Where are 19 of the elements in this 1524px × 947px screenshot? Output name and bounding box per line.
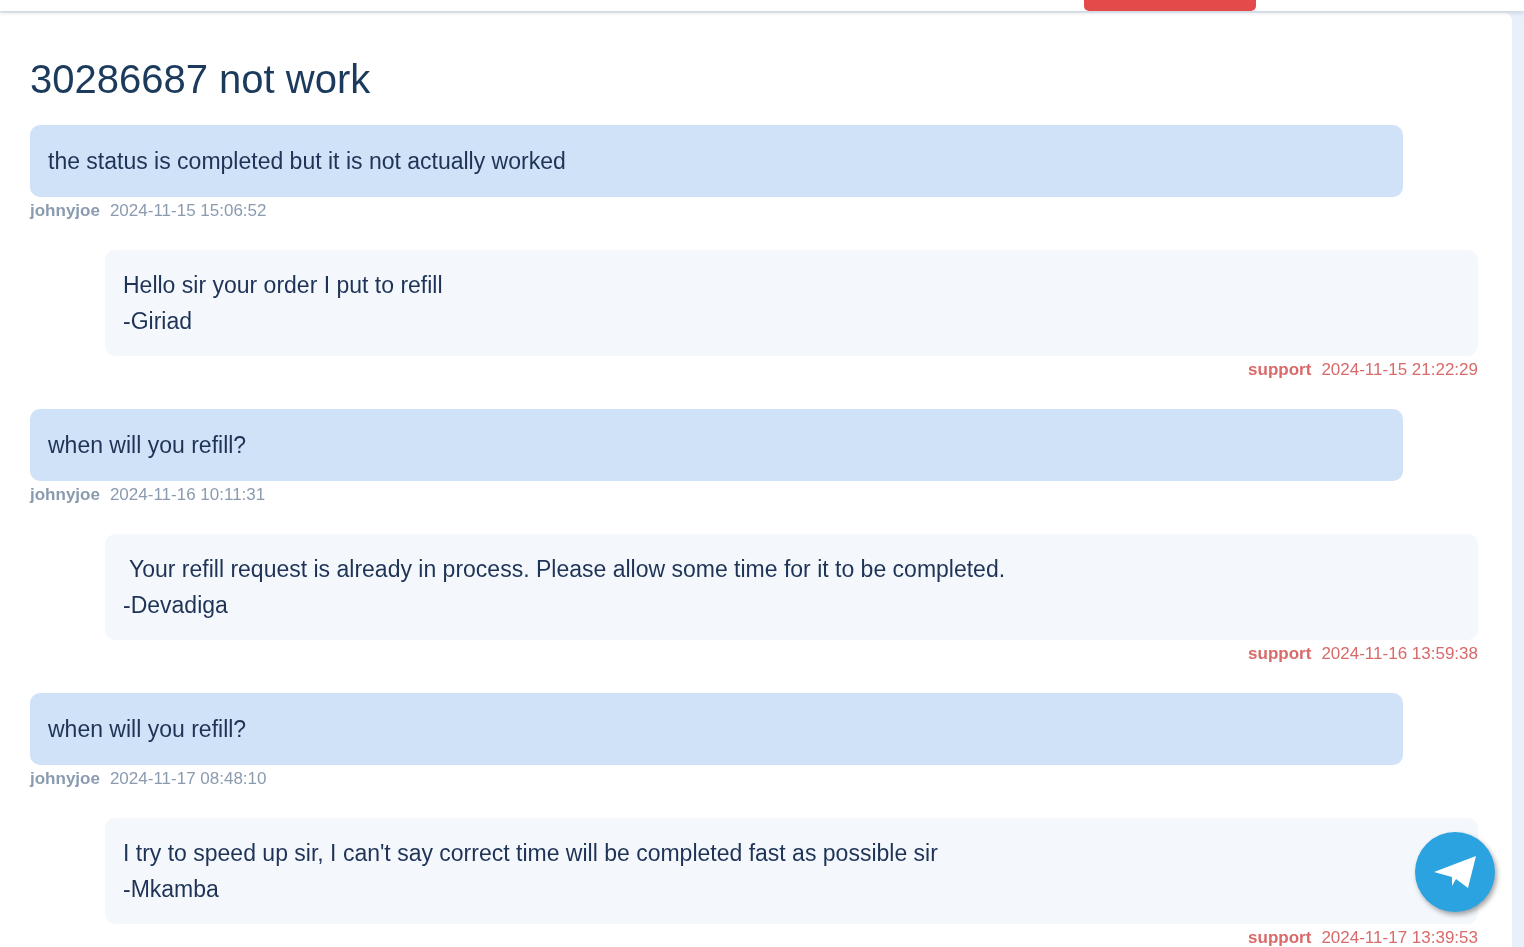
message-time: 2024-11-16 10:11:31 xyxy=(109,484,266,506)
author-name: support xyxy=(1248,643,1312,665)
message-bubble: when will you refill? xyxy=(30,693,1403,765)
message-bubble: I try to speed up sir, I can't say correct time will be completed fast as possible sir -Mkamba xyxy=(105,818,1478,924)
message-bubble: when will you refill? xyxy=(30,409,1403,481)
author-name: johnyjoe xyxy=(30,768,100,790)
author-name: johnyjoe xyxy=(30,484,100,506)
message-time: 2024-11-17 13:39:53 xyxy=(1321,927,1478,947)
message-bubble: the status is completed but it is not actually worked xyxy=(30,125,1403,197)
message-time: 2024-11-17 08:48:10 xyxy=(109,768,267,790)
message-bubble: Hello sir your order I put to refill -Giriad xyxy=(105,250,1478,356)
message-time: 2024-11-15 21:22:29 xyxy=(1321,359,1478,381)
author-name: support xyxy=(1248,359,1312,381)
author-name: johnyjoe xyxy=(30,200,100,222)
message-time: 2024-11-15 15:06:52 xyxy=(109,200,267,222)
message-time: 2024-11-16 13:59:38 xyxy=(1321,643,1478,665)
ticket-title: 30286687 not work xyxy=(30,56,372,103)
author-name: support xyxy=(1248,927,1312,947)
message-bubble: Your refill request is already in process. Please allow some time for it to be completed. -Devadiga xyxy=(105,534,1478,640)
